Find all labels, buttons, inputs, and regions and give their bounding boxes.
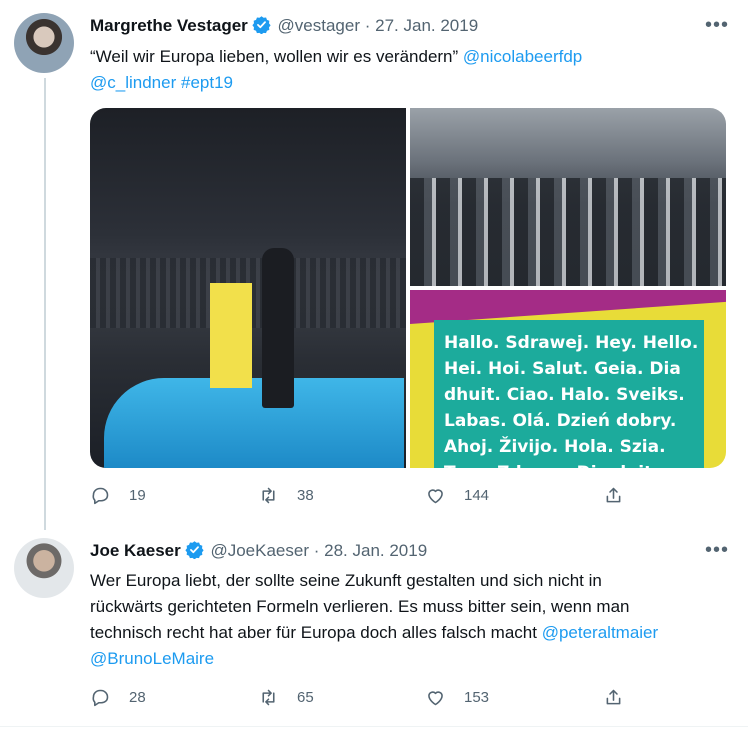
reply-button[interactable]: 28 [90, 687, 146, 708]
tweet1-header: Margrethe Vestager @vestager · 27. Jan. … [90, 15, 478, 39]
banner-line: Labas. Olá. Dzień dobry. [444, 411, 677, 431]
tweet2-separator: · [313, 541, 320, 560]
banner-line: Ahoj. Živijo. Hola. Szia. [444, 437, 666, 457]
tweet1-date[interactable]: 27. Jan. 2019 [375, 16, 478, 35]
tweet2-handle[interactable]: @JoeKaeser [210, 541, 309, 560]
tweet2-author-name[interactable]: Joe Kaeser [90, 541, 181, 560]
reply-icon [92, 487, 109, 505]
reply-icon [92, 689, 109, 707]
hashtag-ept19[interactable]: #ept19 [181, 73, 233, 92]
tweet2-line: rückwärts gerichteten Formeln verlieren.… [90, 597, 630, 616]
avatar-kaeser[interactable] [14, 538, 74, 598]
mention-nicolabeerfdp[interactable]: @nicolabeerfdp [463, 47, 582, 66]
banner-line: Hei. Hoi. Salut. Geia. Dia [444, 359, 681, 379]
tweet2-line: technisch recht hat aber für Europa doch… [90, 623, 537, 642]
tweet2-header: Joe Kaeser @JoeKaeser · 28. Jan. 2019 [90, 540, 427, 564]
photographers-shape [410, 178, 726, 286]
tweet1-text: “Weil wir Europa lieben, wollen wir es v… [90, 44, 710, 96]
podium-shape [210, 283, 252, 388]
heart-icon [428, 691, 443, 706]
retweet-count: 38 [297, 487, 314, 504]
banner-greetings-text: Hallo. Sdrawej. Hey. Hello. Hei. Hoi. Sa… [444, 330, 704, 468]
stage-shape [104, 378, 404, 468]
like-count: 153 [464, 689, 490, 706]
share-button[interactable] [603, 485, 624, 506]
verified-badge-icon [252, 15, 271, 39]
share-button[interactable] [603, 687, 624, 708]
tweet1-separator: · [364, 16, 371, 35]
banner-purple-stripe [410, 290, 726, 324]
avatar-vestager[interactable] [14, 13, 74, 73]
thread-connector-line [44, 78, 46, 530]
retweet-count: 65 [297, 689, 314, 706]
mention-peteraltmaier[interactable]: @peteraltmaier [542, 623, 658, 642]
photo-press-photographers[interactable] [410, 108, 726, 286]
retweet-button[interactable]: 38 [258, 485, 314, 506]
like-count: 144 [464, 487, 490, 504]
reply-button[interactable]: 19 [90, 485, 146, 506]
tweet1-author-name[interactable]: Margrethe Vestager [90, 16, 248, 35]
tweet1-quote: “Weil wir Europa lieben, wollen wir es v… [90, 47, 459, 66]
share-icon [606, 689, 621, 705]
like-button[interactable]: 153 [425, 687, 489, 708]
retweet-icon [262, 487, 275, 504]
verified-badge-icon [185, 540, 204, 564]
banner-line: Tere. Zdravo. Dia duit. [444, 460, 704, 468]
retweet-button[interactable]: 65 [258, 687, 314, 708]
like-button[interactable]: 144 [425, 485, 489, 506]
tweet2-line: Wer Europa liebt, der sollte seine Zukun… [90, 571, 602, 590]
heart-icon [428, 489, 443, 504]
tweet2-date[interactable]: 28. Jan. 2019 [324, 541, 427, 560]
reply-count: 28 [129, 689, 146, 706]
mention-c-lindner[interactable]: @c_lindner [90, 73, 176, 92]
tweet2-line-with-mention: technisch recht hat aber für Europa doch… [90, 620, 730, 646]
speaker-shape [262, 248, 294, 408]
banner-line: Hallo. Sdrawej. Hey. Hello. [444, 333, 699, 353]
tweet1-handle[interactable]: @vestager [278, 16, 360, 35]
tweet-divider [0, 726, 748, 727]
share-icon [606, 487, 621, 503]
reply-count: 19 [129, 487, 146, 504]
photo-greetings-banner[interactable]: Hallo. Sdrawej. Hey. Hello. Hei. Hoi. Sa… [410, 290, 726, 468]
more-icon[interactable]: ••• [705, 14, 729, 37]
photo-speaker-at-podium[interactable] [90, 108, 406, 468]
banner-line: dhuit. Ciao. Halo. Sveiks. [444, 385, 685, 405]
more-icon[interactable]: ••• [705, 539, 729, 562]
tweet1-media-grid: Hallo. Sdrawej. Hey. Hello. Hei. Hoi. Sa… [90, 108, 726, 468]
mention-brunolemaire[interactable]: @BrunoLeMaire [90, 649, 214, 668]
retweet-icon [262, 689, 275, 706]
tweet2-text: Wer Europa liebt, der sollte seine Zukun… [90, 568, 730, 672]
